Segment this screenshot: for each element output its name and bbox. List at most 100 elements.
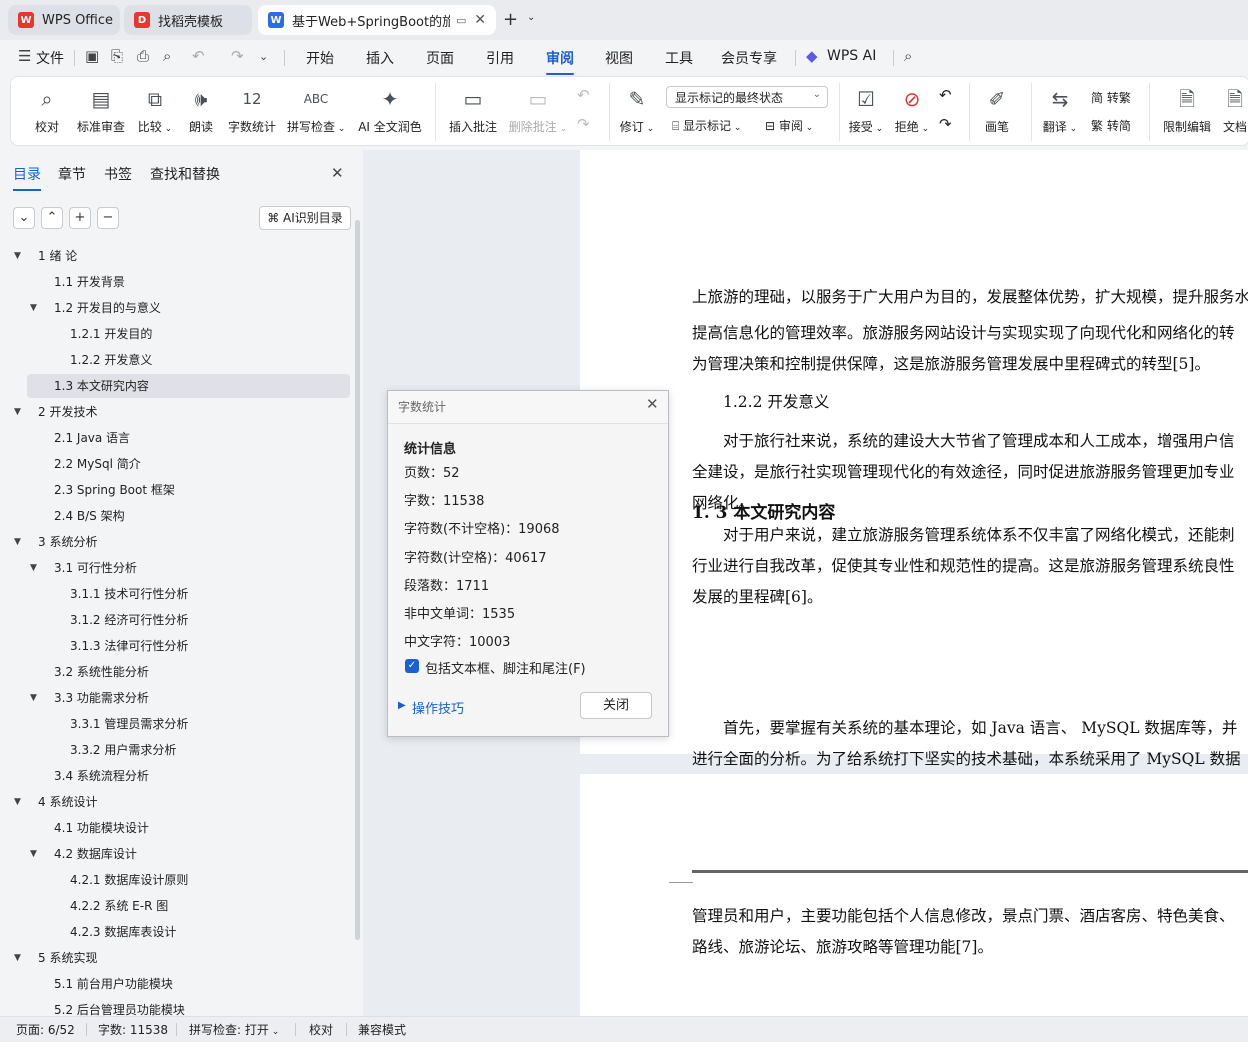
menu-review[interactable]: 审阅	[546, 48, 574, 75]
toc-item[interactable]: 2.1 Java 语言	[27, 426, 350, 450]
tab-current-document[interactable]: W 基于Web+SpringBoot的旅游 ▭ ✕	[258, 5, 496, 35]
toc-item[interactable]: 4.2.1 数据库设计原则	[27, 868, 350, 892]
toc-item[interactable]: 1.2.2 开发意义	[27, 348, 350, 372]
ai-polish-button[interactable]: ✦ AI 全文润色	[355, 86, 425, 135]
tab-toc[interactable]: 目录	[13, 164, 41, 191]
toc-item[interactable]: 5.2 后台管理员功能模块	[27, 998, 350, 1016]
menu-references[interactable]: 引用	[486, 48, 514, 68]
toc-item[interactable]: 4.2.3 数据库表设计	[27, 920, 350, 944]
expand-caret-icon[interactable]: ▼	[30, 842, 37, 866]
menu-home[interactable]: 开始	[306, 48, 334, 68]
to-simplified-button[interactable]: 繁 转简	[1091, 117, 1131, 134]
toc-item[interactable]: ▼ 4.2 数据库设计	[27, 842, 350, 866]
toc-item[interactable]: 1.3 本文研究内容	[27, 374, 350, 398]
spell-check-button[interactable]: ABC 拼写检查 ⌄	[287, 86, 345, 135]
toc-item[interactable]: 3.4 系统流程分析	[27, 764, 350, 788]
reject-button[interactable]: ⊘ 拒绝 ⌄	[893, 86, 931, 135]
include-textbox-checkbox[interactable]: ✓	[405, 659, 419, 673]
review-pane-button[interactable]: ⊟ 审阅 ⌄	[765, 117, 813, 134]
save-icon[interactable]: ▣	[85, 47, 99, 65]
expand-caret-icon[interactable]: ▼	[30, 686, 37, 710]
delete-comment-button[interactable]: ▭ 删除批注 ⌄	[507, 86, 569, 135]
document-more-button[interactable]: 🗎 文档	[1221, 86, 1248, 135]
tab-wps-office[interactable]: W WPS Office	[8, 5, 120, 35]
close-button[interactable]: 关闭	[580, 692, 652, 719]
accept-button[interactable]: ☑ 接受 ⌄	[847, 86, 885, 135]
markup-display-select[interactable]: 显示标记的最终状态 ⌄	[666, 86, 828, 108]
next-change-icon[interactable]: ↷	[939, 115, 952, 133]
include-textbox-label[interactable]: 包括文本框、脚注和尾注(F)	[425, 658, 586, 677]
toc-item[interactable]: ▼ 1 绪 论	[14, 244, 350, 268]
menu-page[interactable]: 页面	[426, 48, 454, 68]
expand-caret-icon[interactable]: ▼	[14, 530, 21, 554]
undo-icon[interactable]: ↶	[192, 47, 205, 65]
toc-item[interactable]: 3.3.1 管理员需求分析	[27, 712, 350, 736]
ai-toc-button[interactable]: ⌘ AI识别目录	[259, 206, 351, 230]
toc-item[interactable]: 1.2.1 开发目的	[27, 322, 350, 346]
expand-caret-icon[interactable]: ▼	[14, 790, 21, 814]
show-markup-button[interactable]: ⌸ 显示标记 ⌄	[672, 117, 741, 134]
toc-item[interactable]: 1.1 开发背景	[27, 270, 350, 294]
prev-change-icon[interactable]: ↶	[939, 86, 952, 104]
toc-item[interactable]: 3.2 系统性能分析	[27, 660, 350, 684]
tab-bookmarks[interactable]: 书签	[104, 164, 132, 184]
tab-find-replace[interactable]: 查找和替换	[150, 164, 220, 184]
standard-review-button[interactable]: ▤ 标准审查	[75, 86, 127, 135]
toc-item[interactable]: 4.1 功能模块设计	[27, 816, 350, 840]
page-indicator[interactable]: 页面: 6/52	[16, 1021, 75, 1038]
toc-scrollbar[interactable]	[355, 220, 360, 940]
to-traditional-button[interactable]: 简 转繁	[1091, 89, 1131, 106]
redo-icon[interactable]: ↷	[231, 47, 244, 65]
add-heading-button[interactable]: +	[69, 207, 91, 229]
next-comment-icon[interactable]: ↷	[577, 115, 590, 133]
menu-wps-ai[interactable]: WPS AI	[827, 48, 876, 64]
menu-view[interactable]: 视图	[605, 48, 633, 68]
word-count-button[interactable]: 12 字数统计	[227, 86, 277, 135]
compare-button[interactable]: ⧉ 比较 ⌄	[135, 86, 175, 135]
track-changes-button[interactable]: ✎ 修订 ⌄	[617, 86, 657, 135]
close-icon[interactable]: ✕	[646, 395, 659, 413]
toc-item[interactable]: ▼ 3.3 功能需求分析	[27, 686, 350, 710]
expand-caret-icon[interactable]: ▼	[14, 946, 21, 970]
expand-caret-icon[interactable]: ▼	[14, 244, 21, 268]
print-preview-icon[interactable]: ⌕	[163, 47, 171, 65]
pen-button[interactable]: ✐ 画笔	[981, 86, 1013, 135]
hamburger-menu-icon[interactable]: ☰	[18, 47, 31, 65]
toc-item[interactable]: 5.1 前台用户功能模块	[27, 972, 350, 996]
restrict-edit-button[interactable]: 🗎 限制编辑	[1161, 86, 1213, 135]
more-chevron-icon[interactable]: ⌄	[259, 50, 268, 63]
proofread-indicator[interactable]: 校对	[309, 1021, 333, 1038]
spell-check-indicator[interactable]: 拼写检查: 打开 ⌄	[189, 1021, 279, 1038]
toc-item[interactable]: 4.2.2 系统 E-R 图	[27, 894, 350, 918]
expand-caret-icon[interactable]: ▼	[14, 400, 21, 424]
menu-file[interactable]: 文件	[36, 48, 64, 68]
close-tab-icon[interactable]: ✕	[468, 12, 486, 28]
toc-item[interactable]: 2.4 B/S 架构	[27, 504, 350, 528]
expand-level-button[interactable]: ⌃	[41, 207, 63, 229]
menu-insert[interactable]: 插入	[366, 48, 394, 68]
collapse-level-button[interactable]: ⌄	[13, 207, 35, 229]
toc-item[interactable]: 3.3.2 用户需求分析	[27, 738, 350, 762]
menu-member[interactable]: 会员专享	[721, 48, 777, 68]
menu-tools[interactable]: 工具	[665, 48, 693, 68]
translate-button[interactable]: ⇆ 翻译 ⌄	[1041, 86, 1079, 135]
expand-caret-icon[interactable]: ▼	[30, 556, 37, 580]
export-icon[interactable]: ⎘	[111, 47, 123, 65]
toc-item[interactable]: ▼ 3.1 可行性分析	[27, 556, 350, 580]
prev-comment-icon[interactable]: ↶	[577, 86, 590, 104]
read-aloud-button[interactable]: 🕪 朗读	[185, 86, 217, 135]
expand-caret-icon[interactable]: ▼	[30, 296, 37, 320]
tab-sections[interactable]: 章节	[58, 164, 86, 184]
toc-item[interactable]: 3.1.3 法律可行性分析	[27, 634, 350, 658]
toc-item[interactable]: 2.2 MySql 简介	[27, 452, 350, 476]
toc-item[interactable]: ▼ 5 系统实现	[14, 946, 350, 970]
chevron-down-icon[interactable]: ⌄	[527, 12, 535, 23]
remove-heading-button[interactable]: −	[97, 207, 119, 229]
toc-item[interactable]: ▼ 1.2 开发目的与意义	[27, 296, 350, 320]
toc-item[interactable]: 3.1.1 技术可行性分析	[27, 582, 350, 606]
close-pane-icon[interactable]: ✕	[331, 164, 344, 182]
toc-item[interactable]: 2.3 Spring Boot 框架	[27, 478, 350, 502]
search-icon[interactable]: ⌕	[904, 47, 912, 65]
tips-link[interactable]: 操作技巧	[412, 698, 464, 717]
print-icon[interactable]: ⎙	[137, 47, 149, 65]
